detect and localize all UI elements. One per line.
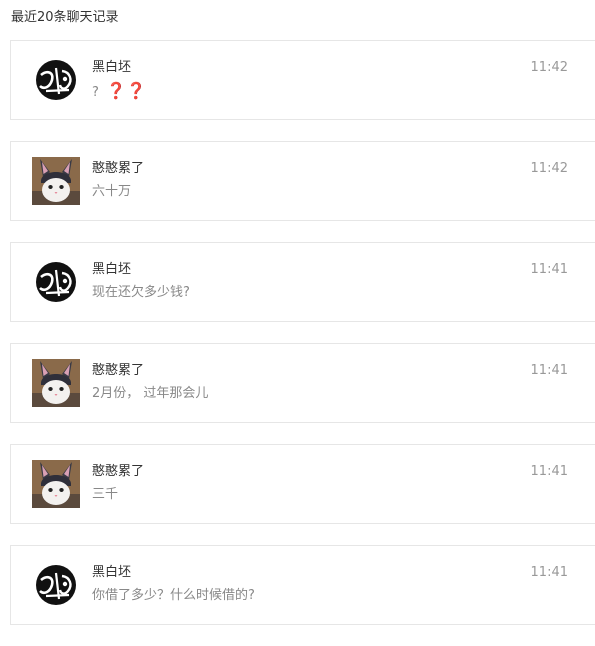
sender-name: 黑白坯 — [92, 565, 132, 580]
message-preview: 2月份， 过年那会儿 — [92, 386, 209, 401]
chat-record-item[interactable]: 黑白坯 ? ❓❓ 11:42 — [10, 40, 595, 120]
chat-record-item[interactable]: 黑白坯 你借了多少？什么时候借的? 11:41 — [10, 545, 595, 625]
message-time: 11:42 — [530, 60, 568, 75]
cat-bunny-ears-avatar — [32, 157, 80, 205]
message-time: 11:41 — [530, 565, 568, 580]
red-question-mark-icon: ❓❓ — [106, 81, 146, 100]
message-preview: 三千 — [92, 487, 119, 502]
message-preview: 六十万 — [92, 184, 132, 199]
message-preview: ? ❓❓ — [92, 82, 146, 102]
chat-list: 黑白坯 ? ❓❓ 11:42 憨憨累了 六十万 11:42 黑白坯 现在还欠多少… — [10, 40, 595, 646]
chat-record-item[interactable]: 憨憨累了 三千 11:41 — [10, 444, 595, 524]
sender-name: 黑白坯 — [92, 262, 132, 277]
sender-name: 憨憨累了 — [92, 363, 145, 378]
sender-name: 憨憨累了 — [92, 464, 145, 479]
chat-record-item[interactable]: 黑白坯 现在还欠多少钱? 11:41 — [10, 242, 595, 322]
message-time: 11:41 — [530, 262, 568, 277]
ink-calligraphy-avatar — [32, 56, 80, 104]
sender-name: 黑白坯 — [92, 60, 132, 75]
sender-name: 憨憨累了 — [92, 161, 145, 176]
message-time: 11:42 — [530, 161, 568, 176]
message-time: 11:41 — [530, 363, 568, 378]
chat-record-item[interactable]: 憨憨累了 2月份， 过年那会儿 11:41 — [10, 343, 595, 423]
message-preview: 你借了多少？什么时候借的? — [92, 588, 255, 603]
cat-bunny-ears-avatar — [32, 460, 80, 508]
message-time: 11:41 — [530, 464, 568, 479]
chat-record-item[interactable]: 憨憨累了 六十万 11:42 — [10, 141, 595, 221]
ink-calligraphy-avatar — [32, 561, 80, 609]
message-text: ? — [92, 85, 99, 100]
cat-bunny-ears-avatar — [32, 359, 80, 407]
ink-calligraphy-avatar — [32, 258, 80, 306]
section-title: 最近20条聊天记录 — [11, 10, 119, 25]
message-preview: 现在还欠多少钱? — [92, 285, 190, 300]
